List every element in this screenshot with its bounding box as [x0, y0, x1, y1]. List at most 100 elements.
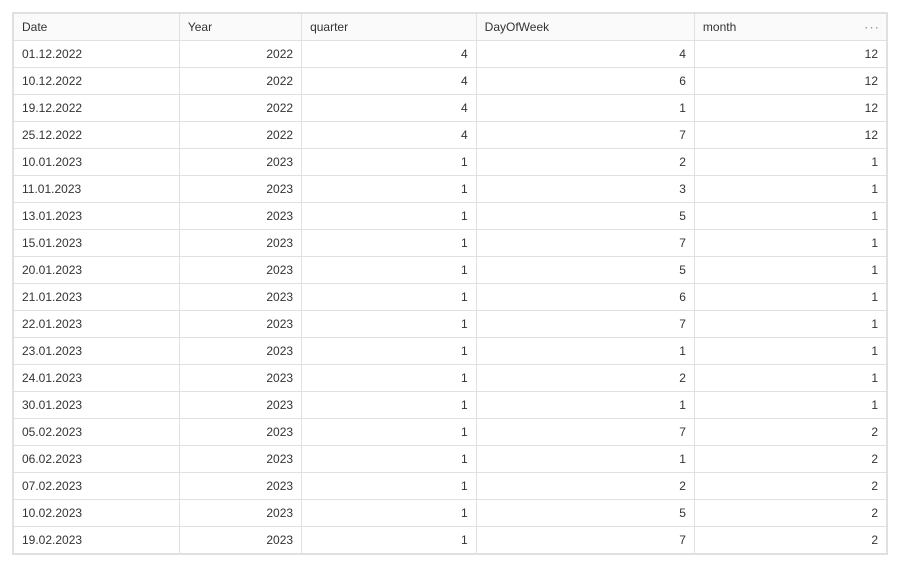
cell-year[interactable]: 2023: [179, 203, 301, 230]
cell-date[interactable]: 07.02.2023: [14, 473, 180, 500]
cell-date[interactable]: 20.01.2023: [14, 257, 180, 284]
cell-dayofweek[interactable]: 1: [476, 446, 694, 473]
table-row[interactable]: 10.02.20232023152: [14, 500, 887, 527]
table-row[interactable]: 05.02.20232023172: [14, 419, 887, 446]
cell-quarter[interactable]: 1: [302, 446, 477, 473]
cell-month[interactable]: 2: [694, 500, 886, 527]
more-options-icon[interactable]: ···: [864, 20, 880, 35]
cell-year[interactable]: 2023: [179, 419, 301, 446]
table-row[interactable]: 25.12.202220224712: [14, 122, 887, 149]
cell-year[interactable]: 2023: [179, 311, 301, 338]
table-row[interactable]: 10.12.202220224612: [14, 68, 887, 95]
column-header-dayofweek[interactable]: DayOfWeek: [476, 14, 694, 41]
cell-month[interactable]: 1: [694, 311, 886, 338]
column-header-date[interactable]: Date: [14, 14, 180, 41]
table-row[interactable]: 11.01.20232023131: [14, 176, 887, 203]
table-row[interactable]: 13.01.20232023151: [14, 203, 887, 230]
cell-date[interactable]: 15.01.2023: [14, 230, 180, 257]
cell-year[interactable]: 2023: [179, 176, 301, 203]
cell-year[interactable]: 2023: [179, 473, 301, 500]
cell-dayofweek[interactable]: 7: [476, 311, 694, 338]
cell-quarter[interactable]: 1: [302, 149, 477, 176]
cell-month[interactable]: 1: [694, 392, 886, 419]
cell-quarter[interactable]: 1: [302, 230, 477, 257]
cell-year[interactable]: 2023: [179, 230, 301, 257]
table-row[interactable]: 23.01.20232023111: [14, 338, 887, 365]
table-row[interactable]: 19.02.20232023172: [14, 527, 887, 554]
cell-date[interactable]: 23.01.2023: [14, 338, 180, 365]
cell-month[interactable]: 2: [694, 527, 886, 554]
table-row[interactable]: 07.02.20232023122: [14, 473, 887, 500]
cell-date[interactable]: 21.01.2023: [14, 284, 180, 311]
cell-date[interactable]: 19.12.2022: [14, 95, 180, 122]
cell-quarter[interactable]: 1: [302, 527, 477, 554]
cell-year[interactable]: 2023: [179, 392, 301, 419]
cell-quarter[interactable]: 1: [302, 473, 477, 500]
cell-dayofweek[interactable]: 2: [476, 473, 694, 500]
table-row[interactable]: 10.01.20232023121: [14, 149, 887, 176]
table-row[interactable]: 15.01.20232023171: [14, 230, 887, 257]
cell-date[interactable]: 06.02.2023: [14, 446, 180, 473]
cell-quarter[interactable]: 1: [302, 284, 477, 311]
cell-month[interactable]: 12: [694, 68, 886, 95]
cell-date[interactable]: 05.02.2023: [14, 419, 180, 446]
cell-date[interactable]: 10.12.2022: [14, 68, 180, 95]
table-row[interactable]: 22.01.20232023171: [14, 311, 887, 338]
cell-dayofweek[interactable]: 4: [476, 41, 694, 68]
table-row[interactable]: 30.01.20232023111: [14, 392, 887, 419]
cell-month[interactable]: 12: [694, 41, 886, 68]
cell-year[interactable]: 2022: [179, 68, 301, 95]
cell-year[interactable]: 2023: [179, 365, 301, 392]
cell-quarter[interactable]: 1: [302, 365, 477, 392]
table-row[interactable]: 01.12.202220224412: [14, 41, 887, 68]
table-row[interactable]: 06.02.20232023112: [14, 446, 887, 473]
cell-quarter[interactable]: 1: [302, 500, 477, 527]
cell-dayofweek[interactable]: 5: [476, 500, 694, 527]
cell-date[interactable]: 10.02.2023: [14, 500, 180, 527]
table-row[interactable]: 21.01.20232023161: [14, 284, 887, 311]
table-row[interactable]: 24.01.20232023121: [14, 365, 887, 392]
cell-date[interactable]: 22.01.2023: [14, 311, 180, 338]
cell-year[interactable]: 2023: [179, 149, 301, 176]
cell-dayofweek[interactable]: 2: [476, 149, 694, 176]
column-header-quarter[interactable]: quarter: [302, 14, 477, 41]
cell-month[interactable]: 1: [694, 176, 886, 203]
cell-month[interactable]: 1: [694, 284, 886, 311]
cell-dayofweek[interactable]: 3: [476, 176, 694, 203]
cell-date[interactable]: 24.01.2023: [14, 365, 180, 392]
cell-month[interactable]: 1: [694, 203, 886, 230]
cell-dayofweek[interactable]: 5: [476, 257, 694, 284]
cell-year[interactable]: 2022: [179, 95, 301, 122]
cell-month[interactable]: 2: [694, 473, 886, 500]
cell-date[interactable]: 10.01.2023: [14, 149, 180, 176]
cell-date[interactable]: 01.12.2022: [14, 41, 180, 68]
cell-dayofweek[interactable]: 7: [476, 419, 694, 446]
cell-year[interactable]: 2023: [179, 284, 301, 311]
cell-dayofweek[interactable]: 6: [476, 284, 694, 311]
table-row[interactable]: 19.12.202220224112: [14, 95, 887, 122]
cell-dayofweek[interactable]: 7: [476, 230, 694, 257]
cell-month[interactable]: 1: [694, 149, 886, 176]
cell-year[interactable]: 2023: [179, 338, 301, 365]
cell-month[interactable]: 2: [694, 419, 886, 446]
cell-month[interactable]: 2: [694, 446, 886, 473]
cell-dayofweek[interactable]: 7: [476, 527, 694, 554]
cell-year[interactable]: 2023: [179, 500, 301, 527]
cell-quarter[interactable]: 1: [302, 338, 477, 365]
cell-quarter[interactable]: 1: [302, 203, 477, 230]
column-header-month[interactable]: month ···: [694, 14, 886, 41]
cell-month[interactable]: 1: [694, 338, 886, 365]
cell-dayofweek[interactable]: 1: [476, 95, 694, 122]
cell-quarter[interactable]: 1: [302, 392, 477, 419]
cell-date[interactable]: 30.01.2023: [14, 392, 180, 419]
cell-year[interactable]: 2022: [179, 41, 301, 68]
cell-quarter[interactable]: 1: [302, 257, 477, 284]
cell-dayofweek[interactable]: 6: [476, 68, 694, 95]
column-header-year[interactable]: Year: [179, 14, 301, 41]
cell-dayofweek[interactable]: 5: [476, 203, 694, 230]
cell-month[interactable]: 12: [694, 95, 886, 122]
cell-quarter[interactable]: 4: [302, 95, 477, 122]
cell-date[interactable]: 13.01.2023: [14, 203, 180, 230]
cell-year[interactable]: 2022: [179, 122, 301, 149]
cell-dayofweek[interactable]: 1: [476, 338, 694, 365]
